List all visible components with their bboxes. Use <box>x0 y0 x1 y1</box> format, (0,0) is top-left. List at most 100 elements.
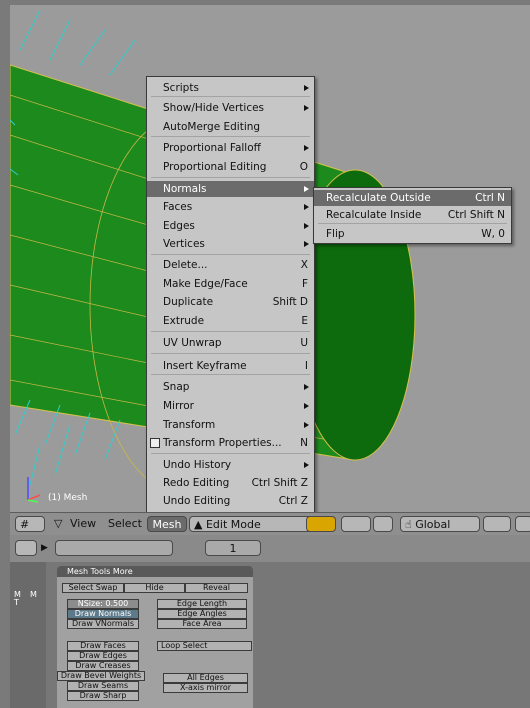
xaxis-mirror-toggle[interactable]: X-axis mirror <box>163 683 248 693</box>
menu-item-proportional-falloff[interactable]: Proportional Falloff <box>147 140 314 156</box>
play-icon[interactable]: ▶ <box>41 543 48 553</box>
menu-item-label: Undo History <box>163 459 232 471</box>
menu-separator <box>318 223 507 224</box>
menu-item-scripts[interactable]: Scripts <box>147 80 314 96</box>
menu-item-shortcut: F <box>301 278 308 290</box>
buttons-editor-type[interactable] <box>15 540 37 556</box>
menu-item-show-hide-vertices[interactable]: Show/Hide Vertices <box>147 100 314 116</box>
edge-length-toggle[interactable]: Edge Length <box>157 599 247 609</box>
draw-bevel-weights-toggle[interactable]: Draw Bevel Weights <box>57 671 145 681</box>
menu-item-edges[interactable]: Edges <box>147 218 314 234</box>
menu-item-label: Extrude <box>163 315 205 327</box>
select-menu[interactable]: Select <box>108 517 142 530</box>
menu-item-label: Faces <box>163 201 193 213</box>
checkbox-icon[interactable] <box>150 438 160 448</box>
menu-item-label: AutoMerge Editing <box>163 121 261 133</box>
submenu-item-flip[interactable]: Flip W, 0 <box>314 226 511 242</box>
draw-seams-toggle[interactable]: Draw Seams <box>67 681 139 691</box>
menu-separator <box>151 96 310 97</box>
edge-angles-toggle[interactable]: Edge Angles <box>157 609 247 619</box>
menu-item-transform[interactable]: Transform <box>147 417 314 433</box>
menu-item-label: Undo Editing <box>163 495 231 507</box>
menu-item-redo-editing[interactable]: Redo Editing Ctrl Shift Z <box>147 475 314 491</box>
reveal-button[interactable]: Reveal <box>185 583 248 593</box>
menu-item-shortcut: I <box>304 360 308 372</box>
draw-edges-toggle[interactable]: Draw Edges <box>67 651 139 661</box>
menu-separator <box>151 453 310 454</box>
tab-letter: T <box>14 598 19 607</box>
loop-select-dropdown[interactable]: Loop Select <box>157 641 252 651</box>
menu-separator <box>151 331 310 332</box>
menu-separator <box>151 136 310 137</box>
menu-item-label: Make Edge/Face <box>163 278 248 290</box>
submenu-item-shortcut: Ctrl N <box>475 192 505 204</box>
draw-creases-toggle[interactable]: Draw Creases <box>67 661 139 671</box>
menu-item-make-edge-face[interactable]: Make Edge/Face F <box>147 276 314 292</box>
all-edges-toggle[interactable]: All Edges <box>163 673 248 683</box>
menu-item-vertices[interactable]: Vertices <box>147 236 314 252</box>
menu-item-transform-properties[interactable]: Transform Properties... N <box>147 435 314 451</box>
menu-item-undo-history[interactable]: Undo History <box>147 457 314 473</box>
object-label: (1) Mesh <box>48 493 88 503</box>
menu-item-proportional-editing[interactable]: Proportional Editing O <box>147 159 314 175</box>
menu-item-label: Scripts <box>163 82 199 94</box>
submenu-arrow-icon <box>304 204 309 210</box>
submenu-item-shortcut: Ctrl Shift N <box>447 209 505 221</box>
menu-item-label: Vertices <box>163 238 205 250</box>
menu-item-shortcut: N <box>300 437 308 449</box>
frame-field[interactable]: 1 <box>205 540 261 556</box>
hide-button[interactable]: Hide <box>124 583 185 593</box>
normals-submenu[interactable]: Recalculate Outside Ctrl N Recalculate Ins… <box>313 187 512 244</box>
menu-item-normals[interactable]: Normals <box>147 181 314 197</box>
menu-item-label: Show/Hide Vertices <box>163 102 265 114</box>
menu-separator <box>151 374 310 375</box>
menu-item-extrude[interactable]: Extrude E <box>147 313 314 329</box>
render-button[interactable] <box>515 516 530 532</box>
menu-item-snap[interactable]: Snap <box>147 379 314 395</box>
submenu-item-recalculate-outside[interactable]: Recalculate Outside Ctrl N <box>314 190 511 206</box>
draw-vnormals-toggle[interactable]: Draw VNormals <box>67 619 139 629</box>
menu-item-faces[interactable]: Faces <box>147 199 314 215</box>
submenu-item-shortcut: W, 0 <box>481 228 505 240</box>
submenu-arrow-icon <box>304 223 309 229</box>
panel-header[interactable]: Mesh Tools More <box>57 566 253 577</box>
menu-item-label: UV Unwrap <box>163 337 222 349</box>
collapse-icon[interactable]: ▽ <box>54 517 62 530</box>
menu-separator <box>151 353 310 354</box>
menu-item-automerge-editing[interactable]: AutoMerge Editing <box>147 119 314 135</box>
menu-item-delete[interactable]: Delete... X <box>147 257 314 273</box>
editor-type-button[interactable]: # <box>15 516 45 532</box>
menu-item-uv-unwrap[interactable]: UV Unwrap U <box>147 335 314 351</box>
edit-mode-icon: ▲ <box>194 518 203 531</box>
select-swap-button[interactable]: Select Swap <box>62 583 124 593</box>
widget-button[interactable] <box>373 516 393 532</box>
context-buttons[interactable] <box>55 540 173 556</box>
draw-normals-toggle[interactable]: Draw Normals <box>67 609 139 619</box>
menu-item-undo-editing[interactable]: Undo Editing Ctrl Z <box>147 493 314 509</box>
draw-faces-toggle[interactable]: Draw Faces <box>67 641 139 651</box>
mesh-menu[interactable]: Scripts Show/Hide Vertices AutoMerge Editi… <box>146 76 315 515</box>
submenu-arrow-icon <box>304 105 309 111</box>
face-area-toggle[interactable]: Face Area <box>157 619 247 629</box>
draw-type-button[interactable] <box>306 516 336 532</box>
menu-item-mirror[interactable]: Mirror <box>147 398 314 414</box>
menu-item-shortcut: E <box>301 315 308 327</box>
submenu-arrow-icon <box>304 384 309 390</box>
menu-item-shortcut: X <box>300 259 308 271</box>
menu-item-duplicate[interactable]: Duplicate Shift D <box>147 294 314 310</box>
menu-item-label: Transform <box>163 419 216 431</box>
pivot-button[interactable] <box>341 516 371 532</box>
grid-icon: # <box>20 518 30 531</box>
panel-title: Mesh Tools More <box>67 567 133 576</box>
snap-button[interactable] <box>483 516 511 532</box>
mesh-menu-button[interactable]: Mesh <box>147 516 187 532</box>
view-menu[interactable]: View <box>70 517 96 530</box>
tab-letter: M <box>30 590 37 599</box>
submenu-item-recalculate-inside[interactable]: Recalculate Inside Ctrl Shift N <box>314 207 511 223</box>
menu-item-shortcut: O <box>299 161 308 173</box>
nsize-field[interactable]: NSize: 0.500 <box>67 599 139 609</box>
draw-sharp-toggle[interactable]: Draw Sharp <box>67 691 139 701</box>
menu-item-insert-keyframe[interactable]: Insert Keyframe I <box>147 358 314 374</box>
submenu-arrow-icon <box>304 462 309 468</box>
orientation-select[interactable]: ☝ Global <box>400 516 480 532</box>
